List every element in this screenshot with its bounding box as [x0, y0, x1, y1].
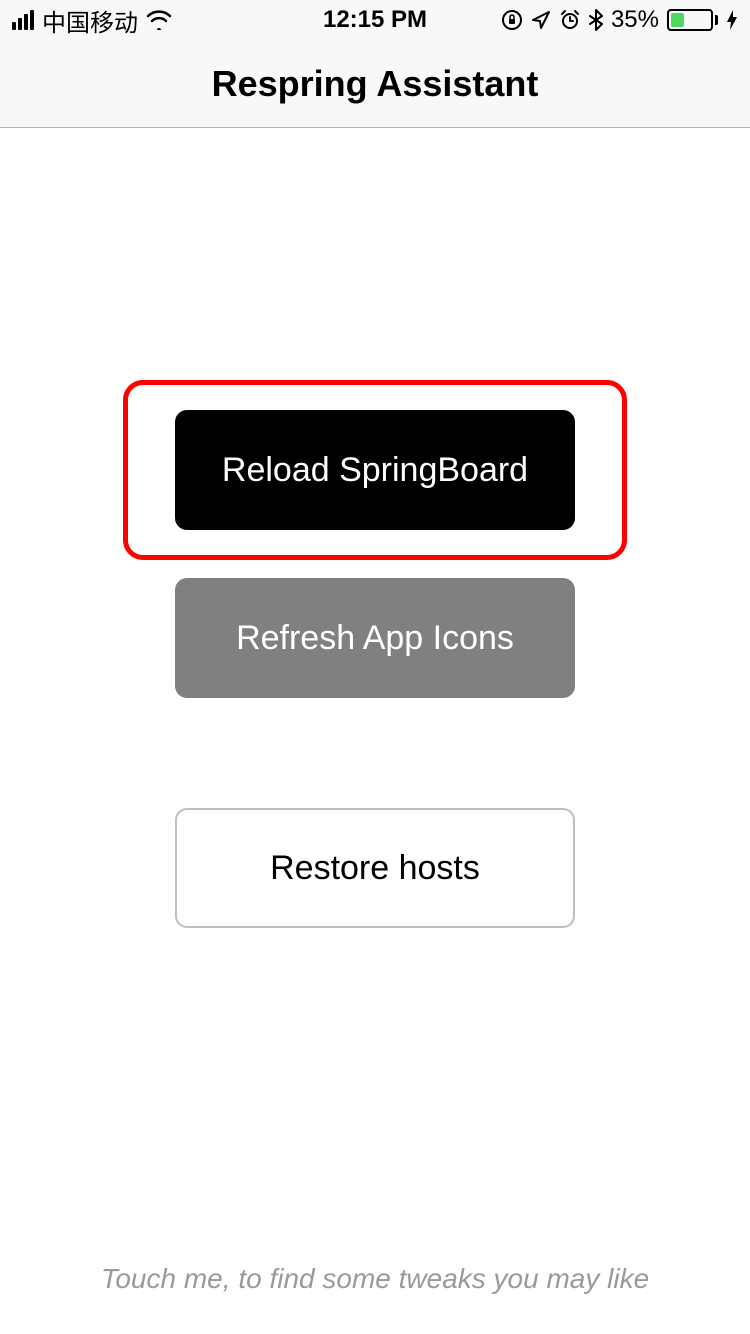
page-title: Respring Assistant: [212, 63, 539, 105]
signal-strength-icon: [12, 10, 34, 30]
reload-springboard-label: Reload SpringBoard: [222, 451, 528, 490]
status-time: 12:15 PM: [323, 6, 427, 34]
restore-hosts-label: Restore hosts: [270, 849, 480, 888]
bluetooth-icon: [589, 9, 603, 31]
status-left: 中国移动: [12, 3, 172, 38]
alarm-icon: [559, 9, 581, 31]
status-bar: 中国移动 12:15 PM: [0, 0, 750, 40]
orientation-lock-icon: [501, 9, 523, 31]
footer-hint-link[interactable]: Touch me, to find some tweaks you may li…: [0, 1263, 750, 1295]
highlight-annotation: Reload SpringBoard: [123, 380, 627, 560]
reload-springboard-button[interactable]: Reload SpringBoard: [175, 410, 575, 530]
refresh-app-icons-label: Refresh App Icons: [236, 619, 514, 658]
battery-icon: [667, 9, 718, 31]
restore-hosts-button[interactable]: Restore hosts: [175, 808, 575, 928]
location-icon: [531, 10, 551, 30]
status-right: 35%: [501, 6, 738, 34]
wifi-icon: [146, 10, 172, 30]
battery-percent-label: 35%: [611, 6, 659, 34]
charging-bolt-icon: [726, 9, 738, 31]
nav-bar: Respring Assistant: [0, 40, 750, 128]
carrier-label: 中国移动: [42, 3, 138, 38]
refresh-app-icons-button[interactable]: Refresh App Icons: [175, 578, 575, 698]
